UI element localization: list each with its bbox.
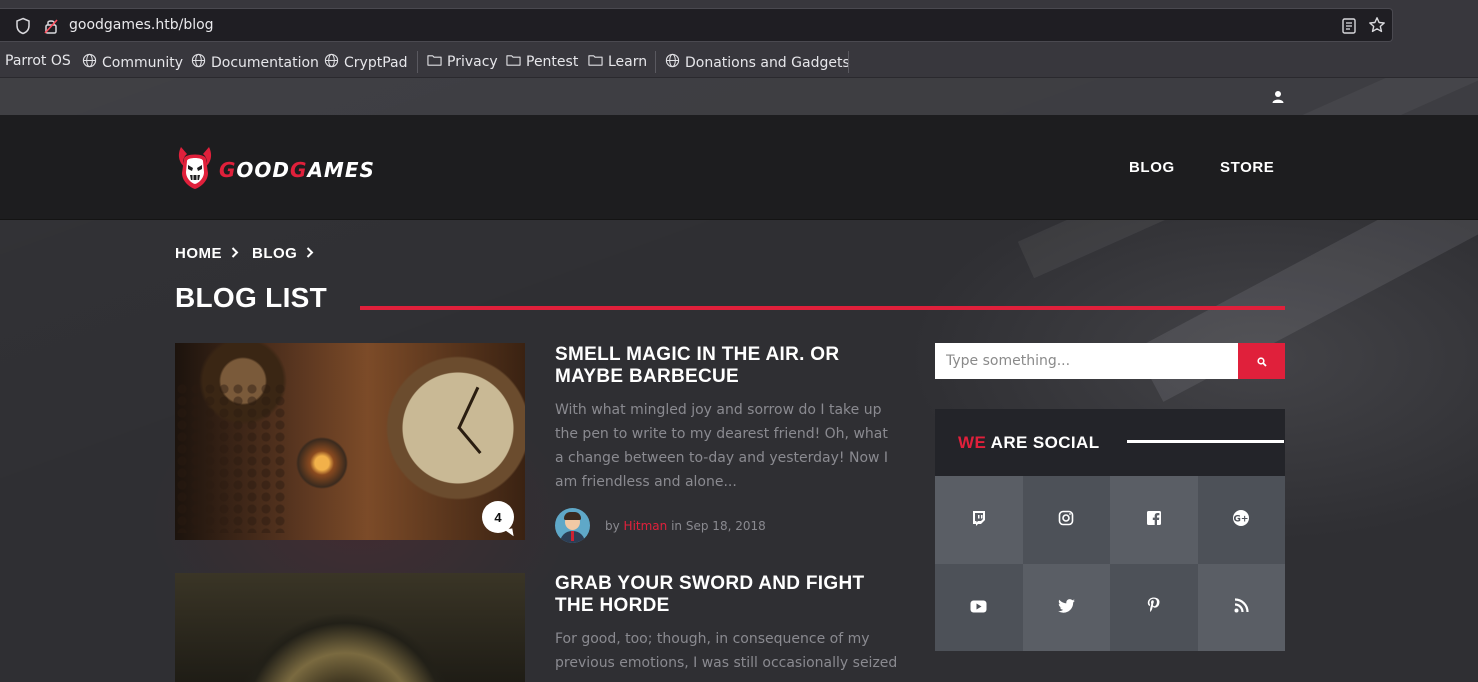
social-icons-grid: G+ [935, 476, 1285, 651]
bookmark-donations-and-gadgets[interactable]: Donations and Gadgets [665, 53, 850, 72]
post-image-clockwork[interactable] [175, 343, 525, 540]
twitter-icon [1057, 598, 1075, 617]
bookmark-label: Parrot OS [5, 53, 71, 69]
folder-icon [506, 53, 521, 71]
bookmark-label: Documentation [211, 54, 319, 71]
bookmark-folder-pentest[interactable]: Pentest [506, 53, 578, 71]
top-strip [0, 78, 1478, 115]
globe-icon [191, 53, 206, 72]
bookmark-label: CryptPad [344, 54, 408, 71]
instagram-icon [1058, 510, 1074, 530]
chevron-right-icon [231, 246, 239, 261]
folder-icon [427, 53, 442, 71]
globe-icon [665, 53, 680, 72]
social-widget-title: WE ARE SOCIAL [958, 433, 1100, 452]
bookmark-folder-privacy[interactable]: Privacy [427, 53, 498, 71]
bookmark-label: Community [102, 54, 184, 71]
social-pinterest-button[interactable] [1110, 563, 1198, 651]
user-icon[interactable] [1271, 89, 1285, 108]
social-google-plus-button[interactable]: G+ [1197, 476, 1285, 564]
title-divider [360, 306, 1285, 310]
social-twitter-button[interactable] [1022, 563, 1110, 651]
social-rss-button[interactable] [1197, 563, 1285, 651]
search-input[interactable] [935, 343, 1238, 379]
social-instagram-button[interactable] [1022, 476, 1110, 564]
bookmark-separator [848, 51, 849, 73]
breadcrumb-home[interactable]: HOME [175, 245, 222, 262]
bookmark-folder-learn[interactable]: Learn [588, 53, 647, 71]
social-title-line [1127, 440, 1284, 443]
demon-skull-icon [175, 145, 215, 195]
facebook-icon [1146, 510, 1162, 530]
logo-wordmark: GOODGAMES [219, 158, 375, 182]
post-date: Sep 18, 2018 [685, 518, 766, 533]
folder-icon [588, 53, 603, 71]
comment-count-badge[interactable]: 4 [482, 501, 514, 533]
shield-icon[interactable] [14, 17, 32, 39]
google-plus-icon: G+ [1232, 509, 1250, 531]
bookmark-documentation[interactable]: Documentation [191, 53, 319, 72]
search-icon [1256, 352, 1267, 371]
lock-insecure-icon[interactable] [42, 17, 60, 39]
social-facebook-button[interactable] [1110, 476, 1198, 564]
breadcrumb-blog[interactable]: BLOG [252, 245, 297, 262]
youtube-icon [970, 598, 987, 617]
search-button[interactable] [1238, 343, 1285, 379]
bookmarks-toolbar: Parrot OS Community Documentation CryptP… [0, 46, 1478, 78]
author-avatar[interactable] [555, 508, 590, 543]
bookmark-community[interactable]: Community [82, 53, 183, 72]
nav-store[interactable]: STORE [1220, 159, 1274, 176]
globe-icon [324, 53, 339, 72]
social-widget-header: WE ARE SOCIAL [935, 409, 1285, 476]
post-byline: by Hitman in Sep 18, 2018 [605, 518, 766, 533]
bookmark-separator [655, 51, 656, 73]
bookmark-label: Learn [608, 54, 648, 70]
nav-blog[interactable]: BLOG [1129, 159, 1175, 176]
post-excerpt: For good, too; though, in consequence of… [555, 631, 898, 671]
browser-toolbar: goodgames.htb/blog [0, 0, 1478, 46]
clock-hand [457, 426, 482, 455]
globe-icon [82, 53, 97, 72]
post-title[interactable]: SMELL MAGIC IN THE AIR. OR MAYBE BARBECU… [555, 344, 885, 388]
post-author-link[interactable]: Hitman [624, 519, 668, 533]
bookmark-separator [417, 51, 418, 73]
main-navbar: GOODGAMES BLOG STORE [0, 115, 1478, 220]
site-logo[interactable]: GOODGAMES [175, 145, 375, 195]
post-title[interactable]: GRAB YOUR SWORD AND FIGHT THE HORDE [555, 573, 885, 617]
post-excerpt: With what mingled joy and sorrow do I ta… [555, 402, 889, 490]
address-bar[interactable]: goodgames.htb/blog [0, 8, 1393, 42]
rss-icon [1234, 598, 1249, 617]
chevron-right-icon [306, 246, 314, 261]
pinterest-icon [1147, 597, 1160, 617]
reader-view-icon[interactable] [1341, 17, 1357, 39]
page-title: BLOG LIST [175, 282, 328, 313]
bookmark-label: Pentest [526, 54, 579, 70]
website-viewport: GOODGAMES BLOG STORE HOME BLOG BLOG LIST… [0, 78, 1478, 682]
url-text[interactable]: goodgames.htb/blog [69, 17, 214, 33]
bookmark-label: Donations and Gadgets [685, 54, 850, 71]
social-youtube-button[interactable] [935, 563, 1023, 651]
svg-text:G+: G+ [1234, 514, 1249, 524]
post-image-fantasy[interactable] [175, 573, 525, 682]
clock-hand [457, 386, 480, 430]
twitch-icon [971, 510, 987, 530]
bookmark-star-icon[interactable] [1368, 16, 1386, 38]
hex-pattern [175, 383, 285, 533]
bookmark-cryptpad[interactable]: CryptPad [324, 53, 407, 72]
social-widget: WE ARE SOCIAL G+ [935, 409, 1285, 651]
social-twitch-button[interactable] [935, 476, 1023, 564]
bookmark-label: Privacy [447, 54, 498, 70]
bookmark-parrot-os[interactable]: Parrot OS [0, 53, 71, 69]
post-meta: by Hitman in Sep 18, 2018 [555, 508, 766, 543]
breadcrumb: HOME BLOG [175, 245, 318, 262]
